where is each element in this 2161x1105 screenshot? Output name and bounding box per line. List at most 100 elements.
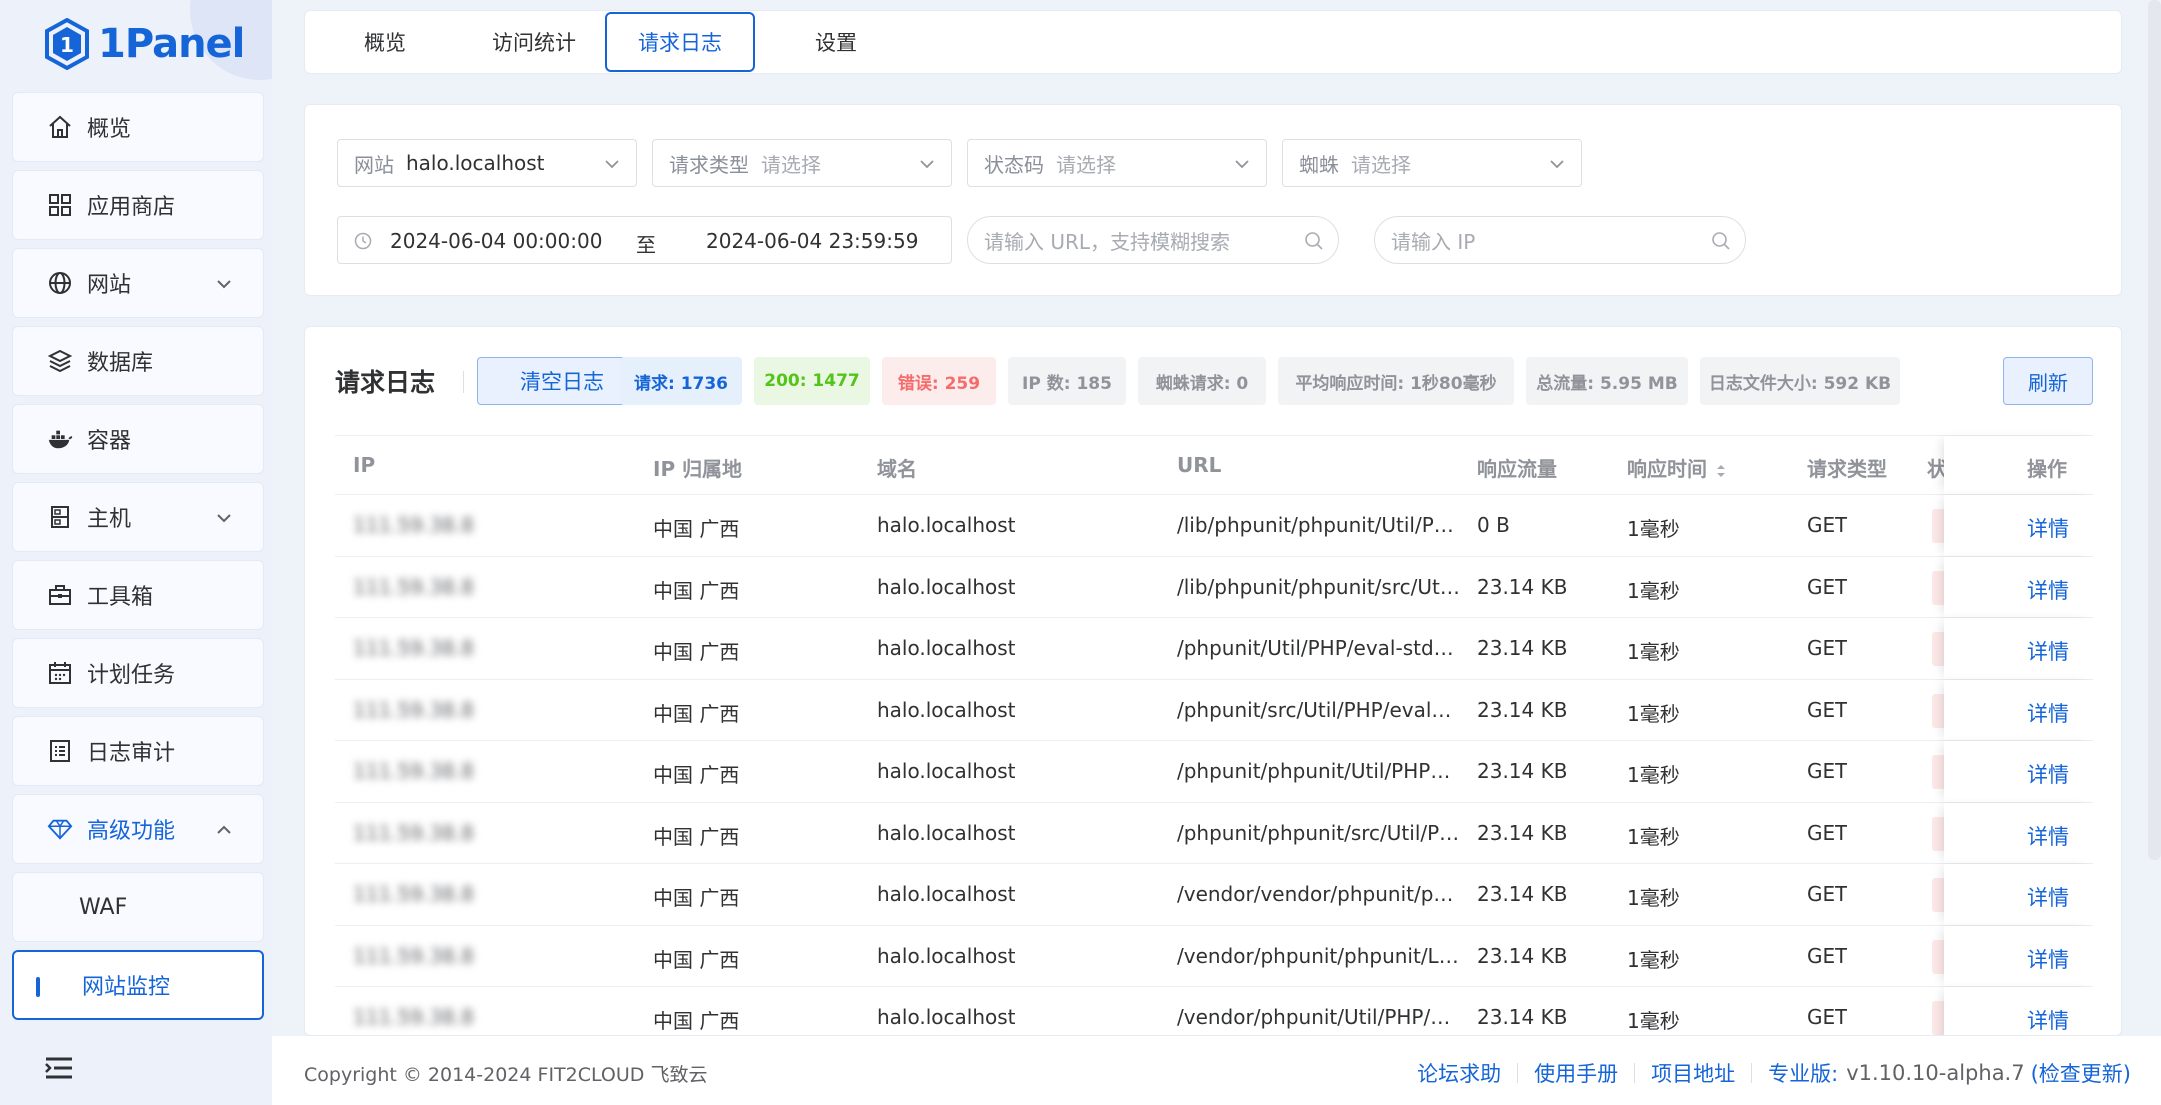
stat-total-traffic: 总流量: 5.95 MB (1526, 357, 1688, 405)
detail-button[interactable]: 详情 (2027, 944, 2069, 974)
collapse-menu-icon[interactable] (44, 1056, 74, 1080)
sidebar-item-host[interactable]: 主机 (12, 482, 264, 552)
detail-button[interactable]: 详情 (2027, 575, 2069, 605)
sidebar-item-log-audit[interactable]: 日志审计 (12, 716, 264, 786)
sidebar-item-overview[interactable]: 概览 (12, 92, 264, 162)
table-row: 111.59.38.8 中国 广西 halo.localhost/lib/phpun… (335, 556, 2094, 618)
detail-button[interactable]: 详情 (2027, 636, 2069, 666)
sidebar: 1 1Panel 概览 应用商店 网站 数据库 容器 主机 工具箱 计划任务 日… (0, 0, 272, 1105)
project-link[interactable]: 项目地址 (1651, 1058, 1735, 1088)
status-code-placeholder: 请选择 (1056, 152, 1116, 177)
cell-method: GET (1807, 574, 1848, 599)
spider-placeholder: 请选择 (1351, 152, 1411, 177)
cell-method: GET (1807, 1005, 1848, 1029)
action-cell (1944, 679, 2094, 740)
cell-location: 中国 广西 (653, 640, 740, 664)
cell-traffic: 23.14 KB (1477, 636, 1568, 660)
date-end[interactable]: 2024-06-04 23:59:59 (706, 229, 918, 253)
table-row: 111.59.38.8 中国 广西 halo.localhost/vendor/ve… (335, 864, 2094, 926)
sidebar-item-label: 主机 (87, 507, 132, 532)
sidebar-item-database[interactable]: 数据库 (12, 326, 264, 396)
ip-search-placeholder: 请输入 IP (1391, 229, 1476, 254)
site-select[interactable]: 网站 halo.localhost (337, 139, 637, 187)
stat-ip-count: IP 数: 185 (1008, 357, 1126, 405)
detail-button[interactable]: 详情 (2027, 513, 2069, 543)
check-update-link[interactable]: (检查更新) (2031, 1058, 2131, 1088)
cell-url: /phpunit/src/Util/PHP/eval… (1177, 697, 1452, 722)
sort-icon[interactable] (1715, 462, 1727, 480)
cell-method: GET (1807, 697, 1848, 722)
cell-traffic: 23.14 KB (1477, 1005, 1568, 1029)
request-type-placeholder: 请选择 (761, 152, 821, 177)
cell-ip: 111.59.38.8 (353, 636, 474, 660)
date-start[interactable]: 2024-06-04 00:00:00 (390, 229, 602, 253)
sidebar-item-toolbox[interactable]: 工具箱 (12, 560, 264, 630)
ip-search-input[interactable]: 请输入 IP (1374, 216, 1746, 264)
divider (1517, 1063, 1519, 1083)
cell-domain: halo.localhost (877, 513, 1016, 537)
stat-avg-resp-time: 平均响应时间: 1秒80毫秒 (1278, 357, 1514, 405)
request-log-table: IP IP 归属地 域名 URL 响应流量 响应时间 请求类型 状 操作 111… (335, 435, 2094, 1035)
cell-method: GET (1807, 820, 1848, 845)
search-icon[interactable] (1304, 231, 1324, 251)
forum-link[interactable]: 论坛求助 (1417, 1058, 1501, 1088)
detail-button[interactable]: 详情 (2027, 882, 2069, 912)
cell-resp-time: 1毫秒 (1627, 947, 1680, 972)
col-url: URL (1177, 453, 1222, 477)
edition-label[interactable]: 专业版: (1768, 1058, 1838, 1088)
cell-domain: halo.localhost (877, 820, 1016, 845)
sidebar-item-advanced[interactable]: 高级功能 (12, 794, 264, 864)
action-cell (1944, 925, 2094, 986)
date-range-picker[interactable]: 2024-06-04 00:00:00 至 2024-06-04 23:59:5… (337, 216, 952, 264)
cell-method: GET (1807, 513, 1848, 537)
logo[interactable]: 1 1Panel (44, 16, 245, 72)
detail-button[interactable]: 详情 (2027, 1005, 2069, 1035)
cell-traffic: 0 B (1477, 513, 1510, 537)
toolbox-icon (47, 582, 73, 608)
url-search-input[interactable]: 请输入 URL，支持模糊搜索 (967, 216, 1339, 264)
sidebar-item-website[interactable]: 网站 (12, 248, 264, 318)
request-type-select[interactable]: 请求类型 请选择 (652, 139, 952, 187)
detail-button[interactable]: 详情 (2027, 759, 2069, 789)
page-scrollbar[interactable] (2148, 0, 2161, 860)
spider-select[interactable]: 蜘蛛 请选择 (1282, 139, 1582, 187)
sidebar-subitem-site-monitor[interactable]: 网站监控 (12, 950, 264, 1020)
cell-url: /lib/phpunit/phpunit/src/Ut… (1177, 574, 1460, 599)
table-header: IP IP 归属地 域名 URL 响应流量 响应时间 请求类型 状 操作 (335, 435, 2094, 495)
stat-spider: 蜘蛛请求: 0 (1138, 357, 1266, 405)
sidebar-item-container[interactable]: 容器 (12, 404, 264, 474)
tab-settings[interactable]: 设置 (781, 11, 891, 73)
cell-location: 中国 广西 (653, 701, 740, 726)
tab-overview[interactable]: 概览 (335, 11, 435, 73)
detail-button[interactable]: 详情 (2027, 821, 2069, 851)
cell-ip: 111.59.38.8 (353, 574, 474, 599)
cell-domain: halo.localhost (877, 1005, 1016, 1029)
refresh-button[interactable]: 刷新 (2003, 357, 2093, 405)
cell-ip: 111.59.38.8 (353, 513, 474, 537)
sidebar-item-cronjob[interactable]: 计划任务 (12, 638, 264, 708)
tab-access-stats[interactable]: 访问统计 (469, 11, 599, 73)
table-row: 111.59.38.8 中国 广西 halo.localhost/vendor/ph… (335, 987, 2094, 1035)
search-icon[interactable] (1711, 231, 1731, 251)
col-resp-time[interactable]: 响应时间 (1627, 453, 1727, 482)
action-cell (1944, 618, 2094, 679)
svg-text:1: 1 (60, 33, 74, 57)
copyright: Copyright © 2014-2024 FIT2CLOUD 飞致云 (304, 1064, 708, 1086)
chevron-down-icon (920, 160, 934, 169)
sidebar-item-label: 概览 (87, 117, 132, 142)
url-search-placeholder: 请输入 URL，支持模糊搜索 (984, 229, 1231, 254)
cell-method: GET (1807, 882, 1848, 906)
sidebar-item-appstore[interactable]: 应用商店 (12, 170, 264, 240)
cell-resp-time: 1毫秒 (1627, 763, 1680, 787)
cell-url: /lib/phpunit/phpunit/Util/P… (1177, 513, 1454, 537)
tab-request-log[interactable]: 请求日志 (605, 12, 755, 72)
site-select-label: 网站 (354, 152, 394, 177)
cell-ip: 111.59.38.8 (353, 697, 474, 722)
detail-button[interactable]: 详情 (2027, 698, 2069, 728)
manual-link[interactable]: 使用手册 (1534, 1058, 1618, 1088)
sidebar-subitem-waf[interactable]: WAF (12, 872, 264, 942)
divider (1751, 1063, 1753, 1083)
status-code-select[interactable]: 状态码 请选择 (967, 139, 1267, 187)
chevron-down-icon (217, 514, 231, 523)
col-domain: 域名 (877, 457, 917, 481)
